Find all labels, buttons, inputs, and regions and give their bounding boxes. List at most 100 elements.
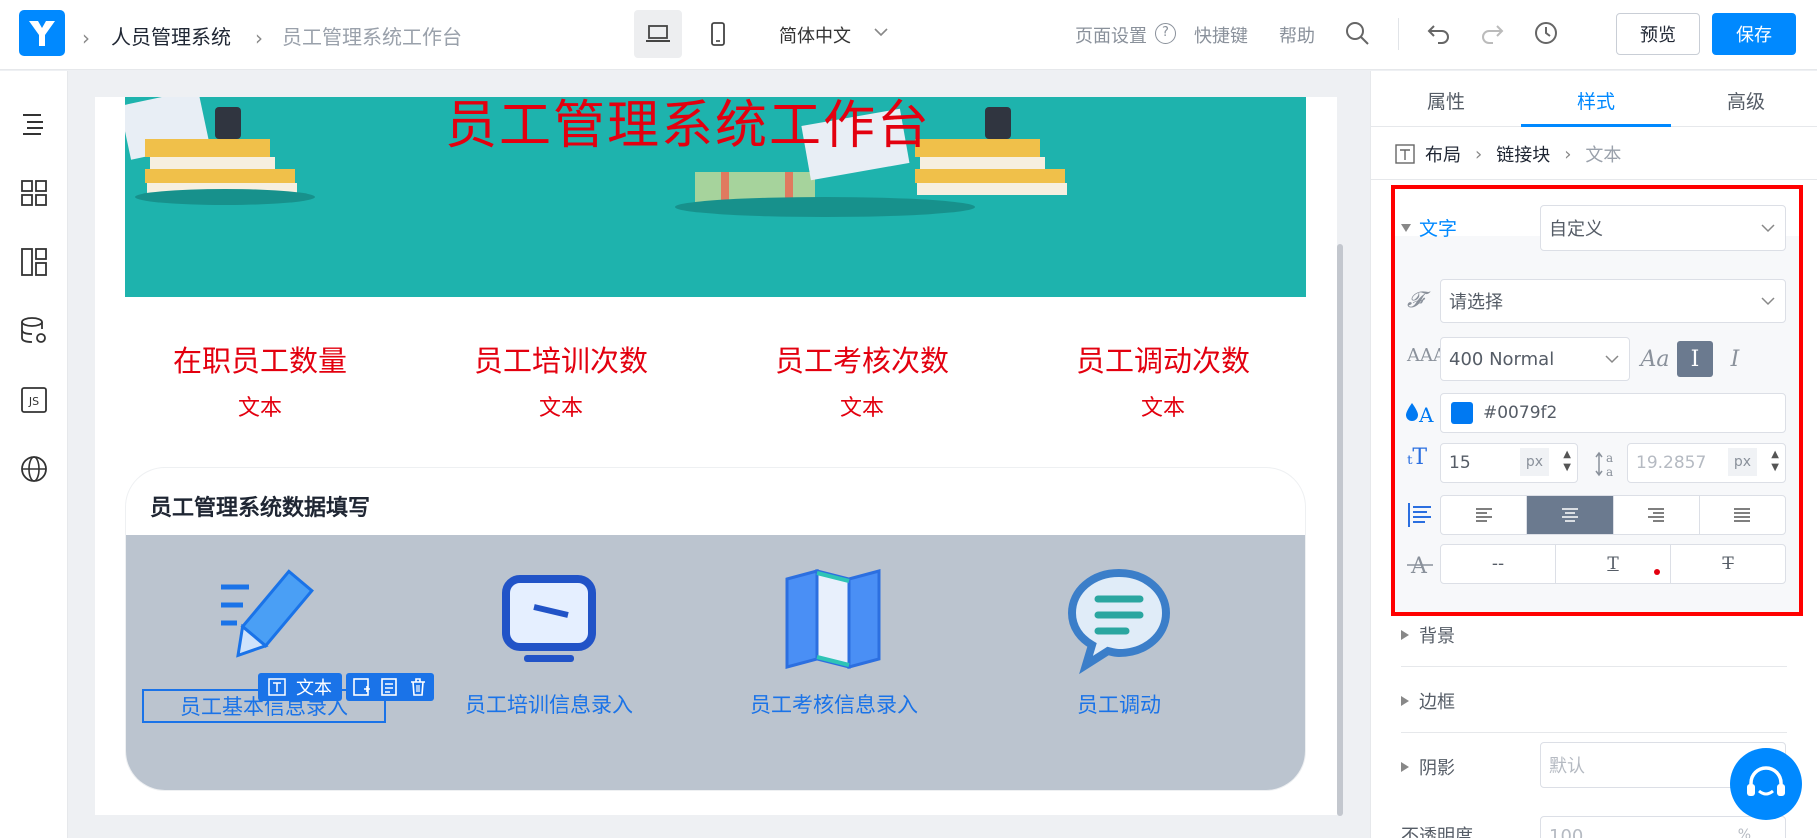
collapse-triangle-icon [1401,630,1409,640]
top-bar: › 人员管理系统 › 员工管理系统工作台 简体中文 页面设置 ? 快捷键 帮助 … [0,0,1817,70]
redo-icon[interactable] [1479,20,1505,46]
text-component-icon [268,678,286,696]
collapse-triangle-icon [1401,696,1409,706]
opacity-unit: % [1737,827,1751,838]
opacity-placeholder: 100 [1549,825,1584,838]
js-code-icon[interactable]: JS [19,385,49,415]
section-title: 员工管理系统数据填写 [150,496,371,521]
help-link[interactable]: 帮助 [1279,22,1315,48]
chevron-right-icon: › [1564,143,1572,165]
background-label: 背景 [1419,626,1455,647]
breadcrumb-app[interactable]: 人员管理系统 [111,21,231,50]
selection-toolbar: 文本 [258,673,434,701]
tab-properties[interactable]: 属性 [1371,87,1521,114]
monitor-icon [502,575,596,662]
map-icon [785,569,881,669]
stat-title: 员工调动次数 [1075,344,1250,378]
canvas-scrollbar[interactable] [1337,244,1343,816]
stat-title: 员工考核次数 [774,344,949,378]
entry-label[interactable]: 员工调动 [1073,689,1165,719]
stat-item[interactable]: 员工调动次数 文本 [1033,342,1293,422]
phone-icon [711,22,725,46]
shadow-placeholder: 默认 [1549,756,1585,777]
data-entry-card: 员工管理系统数据填写 员工基本信息录入 员工培训信息录入 员工考核信息录入 员工… [125,467,1306,791]
stat-value: 文本 [538,396,583,421]
selected-component-tag[interactable]: 文本 [258,673,342,701]
tab-style[interactable]: 样式 [1521,87,1671,114]
undo-icon[interactable] [1426,20,1452,46]
opacity-input[interactable]: 100 % [1540,816,1786,838]
entry-link-block[interactable]: 员工调动 [989,565,1249,719]
app-logo-icon[interactable] [19,10,65,56]
chevron-right-icon: › [82,26,90,50]
chat-bubble-icon [1067,568,1171,675]
divider [1398,18,1399,50]
entry-panel: 员工基本信息录入 员工培训信息录入 员工考核信息录入 员工调动 文本 [126,535,1305,790]
save-button[interactable]: 保存 [1712,13,1796,55]
chevron-right-icon: › [255,26,263,50]
design-canvas: 员工管理系统工作台 在职员工数量 文本 员工培训次数 文本 员工考核次数 文本 … [95,97,1337,815]
divider [1371,179,1817,180]
active-tab-indicator [1521,124,1671,127]
stat-value: 文本 [839,396,884,421]
breadcrumb-link-block[interactable]: 链接块 [1496,141,1550,167]
stat-value: 文本 [237,396,282,421]
shadow-section-header[interactable]: 阴影 [1401,754,1455,780]
outline-tree-icon[interactable] [19,109,49,139]
divider [1401,666,1787,667]
copy-icon[interactable] [380,677,400,697]
border-section-header[interactable]: 边框 [1401,688,1455,714]
stat-title: 在职员工数量 [172,344,347,378]
add-sibling-icon[interactable] [352,677,372,697]
stat-item[interactable]: 员工培训次数 文本 [431,342,691,422]
customer-service-button[interactable] [1730,748,1802,820]
delete-icon[interactable] [408,677,428,697]
entry-link-block[interactable]: 员工考核信息录入 [704,565,964,719]
help-circle-icon[interactable]: ? [1155,23,1176,44]
svg-text:JS: JS [28,395,39,408]
stat-item[interactable]: 在职员工数量 文本 [130,342,390,422]
collapse-triangle-icon [1401,762,1409,772]
globe-icon[interactable] [19,454,49,484]
properties-panel: 属性 样式 高级 布局 › 链接块 › 文本 文字 自定义 𝓕 请选择 AAA … [1370,71,1817,838]
search-icon[interactable] [1344,20,1370,46]
highlight-box [1391,185,1803,616]
selected-component-label: 文本 [296,678,332,699]
preview-button[interactable]: 预览 [1616,13,1700,55]
tab-advanced[interactable]: 高级 [1671,87,1817,114]
entry-label[interactable]: 员工考核信息录入 [746,689,922,719]
border-label: 边框 [1419,692,1455,713]
banner-image: 员工管理系统工作台 [125,97,1306,297]
panel-tabs: 属性 样式 高级 [1371,71,1817,127]
desktop-view-button[interactable] [634,10,682,58]
mobile-view-button[interactable] [694,10,742,58]
shortcuts-link[interactable]: 快捷键 [1194,22,1248,48]
data-source-icon[interactable] [19,316,49,346]
selection-actions [346,673,434,701]
chevron-right-icon: › [1475,143,1483,165]
laptop-icon [646,25,670,42]
history-icon[interactable] [1533,20,1559,46]
divider [1401,732,1787,733]
components-grid-icon[interactable] [19,178,49,208]
breadcrumb-layout[interactable]: 布局 [1425,141,1461,167]
entry-label[interactable]: 员工培训信息录入 [461,689,637,719]
background-section-header[interactable]: 背景 [1401,622,1455,648]
left-toolbar: JS [0,71,68,838]
text-component-icon [1395,144,1415,164]
chevron-down-icon[interactable] [873,24,889,40]
shadow-label: 阴影 [1419,758,1455,779]
stat-item[interactable]: 员工考核次数 文本 [732,342,992,422]
headset-icon [1747,766,1785,796]
page-settings-link[interactable]: 页面设置 [1075,22,1147,48]
language-select[interactable]: 简体中文 [779,22,851,48]
component-breadcrumb: 布局 › 链接块 › 文本 [1395,139,1621,169]
breadcrumb-page: 员工管理系统工作台 [282,25,462,49]
breadcrumb-text: 文本 [1585,145,1622,166]
stat-value: 文本 [1140,396,1185,421]
pencil-icon [221,569,314,658]
banner-title: 员工管理系统工作台 [445,97,932,156]
layout-template-icon[interactable] [19,247,49,277]
entry-link-block[interactable]: 员工培训信息录入 [419,565,679,719]
opacity-label: 不透明度 [1401,826,1473,838]
